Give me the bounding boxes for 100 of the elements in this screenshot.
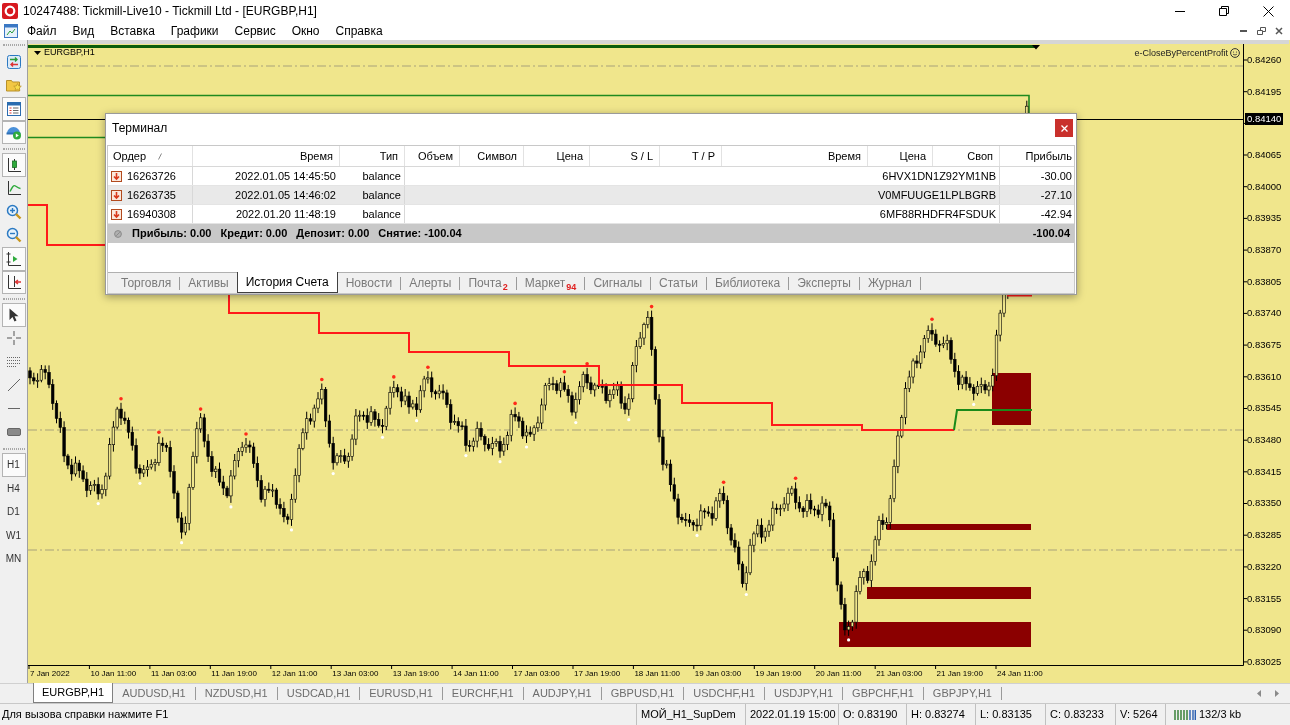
price-label: 0.83935: [1247, 213, 1282, 223]
price-label: 0.83220: [1247, 561, 1282, 572]
tab[interactable]: Статьи: [651, 273, 706, 293]
column-header[interactable]: Ордер: [113, 147, 147, 165]
column-header[interactable]: Цена: [524, 146, 590, 166]
toolbar-button[interactable]: [1, 97, 26, 121]
price-label: 0.83090: [1247, 625, 1282, 635]
status-text: 132/3 kb: [1199, 707, 1242, 723]
column-header[interactable]: Цена: [868, 146, 933, 166]
time-label: 24 Jan 11:00: [997, 669, 1043, 678]
column-header[interactable]: Своп: [933, 146, 1000, 166]
time-label: 17 Jan 19:00: [573, 669, 621, 678]
minimize-icon: [1239, 30, 1247, 32]
toolbar-button[interactable]: [1, 303, 26, 327]
diagonal-line-icon: [7, 379, 20, 392]
tab[interactable]: Эксперты: [789, 273, 859, 293]
menu-item[interactable]: Вставка: [102, 22, 163, 40]
tab[interactable]: История Счета: [236, 272, 338, 293]
table-cell: balance: [340, 186, 405, 204]
tab[interactable]: Библиотека: [706, 273, 789, 293]
triangle-down-icon[interactable]: [34, 50, 41, 55]
status-text: Для вызова справки нажмите F1: [1, 707, 170, 723]
chart-tab[interactable]: USDCHF,H1: [684, 684, 764, 703]
chart-tab[interactable]: USDJPY,H1: [765, 684, 843, 703]
folder-star-icon: [5, 77, 22, 94]
menu-item[interactable]: Справка: [327, 22, 391, 40]
price-label: 0.84260: [1247, 55, 1282, 65]
table-cell-text: 2022.01.20 11:48:19: [234, 206, 337, 222]
cursor-icon: [8, 307, 19, 322]
chart-tab[interactable]: EURUSD,H1: [360, 684, 442, 703]
triangle-right-icon: [1275, 690, 1279, 697]
column-header[interactable]: Прибыль: [1000, 146, 1076, 166]
price-label: 0.83285: [1247, 530, 1282, 540]
column-header[interactable]: Объем: [405, 146, 460, 166]
time-label: 18 Jan 11:00: [634, 669, 681, 678]
toolbar-button[interactable]: [1, 153, 26, 177]
column-header[interactable]: T / P: [660, 146, 722, 166]
close-button[interactable]: [1055, 119, 1073, 137]
time-label: 21 Jan 03:00: [876, 669, 923, 678]
price-label: 0.83415: [1247, 466, 1282, 477]
toolbar-button[interactable]: [1, 270, 26, 294]
current-price-label: 0.84140: [1245, 113, 1284, 125]
scroll-left-button[interactable]: [1254, 687, 1264, 700]
zoom-out-icon: [5, 227, 22, 244]
price-label: 0.83480: [1247, 435, 1282, 445]
tab[interactable]: Активы: [180, 273, 237, 293]
table-cell-text: 16263735: [127, 187, 176, 203]
chart-tab[interactable]: EURCHF,H1: [442, 684, 523, 703]
menu-item[interactable]: Окно: [283, 22, 328, 40]
tab[interactable]: Алерты: [401, 273, 460, 293]
table-cell: 6MF88RHDFR4FSDUK: [405, 205, 1000, 223]
price-label: 0.84000: [1247, 181, 1282, 192]
chart-tab[interactable]: USDCAD,H1: [277, 684, 360, 703]
close-icon: [1060, 124, 1068, 132]
crosshair-icon: [6, 331, 21, 346]
table-cell: balance: [340, 167, 405, 185]
chart-tab[interactable]: GBPCHF,H1: [843, 684, 923, 703]
timeframe-button[interactable]: MN: [1, 547, 26, 571]
horizontal-line-icon: [7, 408, 20, 410]
chart-tab[interactable]: GBPUSD,H1: [601, 684, 684, 703]
tab[interactable]: Торговля: [113, 273, 180, 293]
price-label: 0.83350: [1247, 498, 1282, 508]
chart-tab[interactable]: GBPJPY,H1: [923, 684, 1001, 703]
column-header[interactable]: S / L: [590, 146, 660, 166]
rectangle-icon: [6, 428, 21, 437]
candlestick-icon: [5, 156, 22, 173]
time-label: 11 Jan 19:00: [211, 669, 257, 678]
tab[interactable]: Журнал: [859, 273, 920, 293]
chart-tab[interactable]: AUDJPY,H1: [523, 684, 601, 703]
down-arrow-icon: [111, 189, 122, 201]
chart-tab[interactable]: EURGBP,H1: [33, 683, 114, 703]
toolbar-button[interactable]: [1, 247, 26, 271]
menu-item[interactable]: Файл: [19, 22, 65, 40]
tab[interactable]: Сигналы: [585, 273, 651, 293]
menu-item[interactable]: Вид: [64, 22, 103, 40]
table-cell-text: -42.94: [1039, 206, 1073, 222]
column-header[interactable]: Время: [193, 146, 340, 166]
tab[interactable]: Новости: [337, 273, 401, 293]
down-arrow-icon: [111, 208, 122, 220]
menu-item[interactable]: Графики: [162, 22, 227, 40]
chart-tab[interactable]: AUDUSD,H1: [113, 684, 195, 703]
chart-symbol-label: EURGBP,H1: [44, 48, 95, 57]
chart-tab[interactable]: NZDUSD,H1: [195, 684, 277, 703]
zoom-in-icon: [5, 203, 22, 220]
restore-icon: [1219, 6, 1229, 16]
summary-text: Снятие: -100.04: [378, 226, 462, 242]
column-header[interactable]: Символ: [460, 146, 524, 166]
timeframe-button[interactable]: D1: [1, 500, 26, 524]
price-label: 0.83610: [1247, 371, 1282, 382]
status-text: L: 0.83135: [975, 704, 1045, 725]
smiley-icon: [1230, 48, 1240, 58]
column-header[interactable]: Тип: [340, 146, 405, 166]
column-header[interactable]: Время: [722, 146, 868, 166]
menu-item[interactable]: Сервис: [226, 22, 284, 40]
timeframe-button[interactable]: H4: [1, 476, 26, 500]
timeframe-button[interactable]: H1: [1, 453, 26, 477]
close-icon: [1275, 27, 1283, 35]
timeframe-button[interactable]: W1: [1, 523, 26, 547]
table-cell-text: 16940308: [127, 206, 176, 222]
scroll-right-button[interactable]: [1272, 687, 1282, 700]
